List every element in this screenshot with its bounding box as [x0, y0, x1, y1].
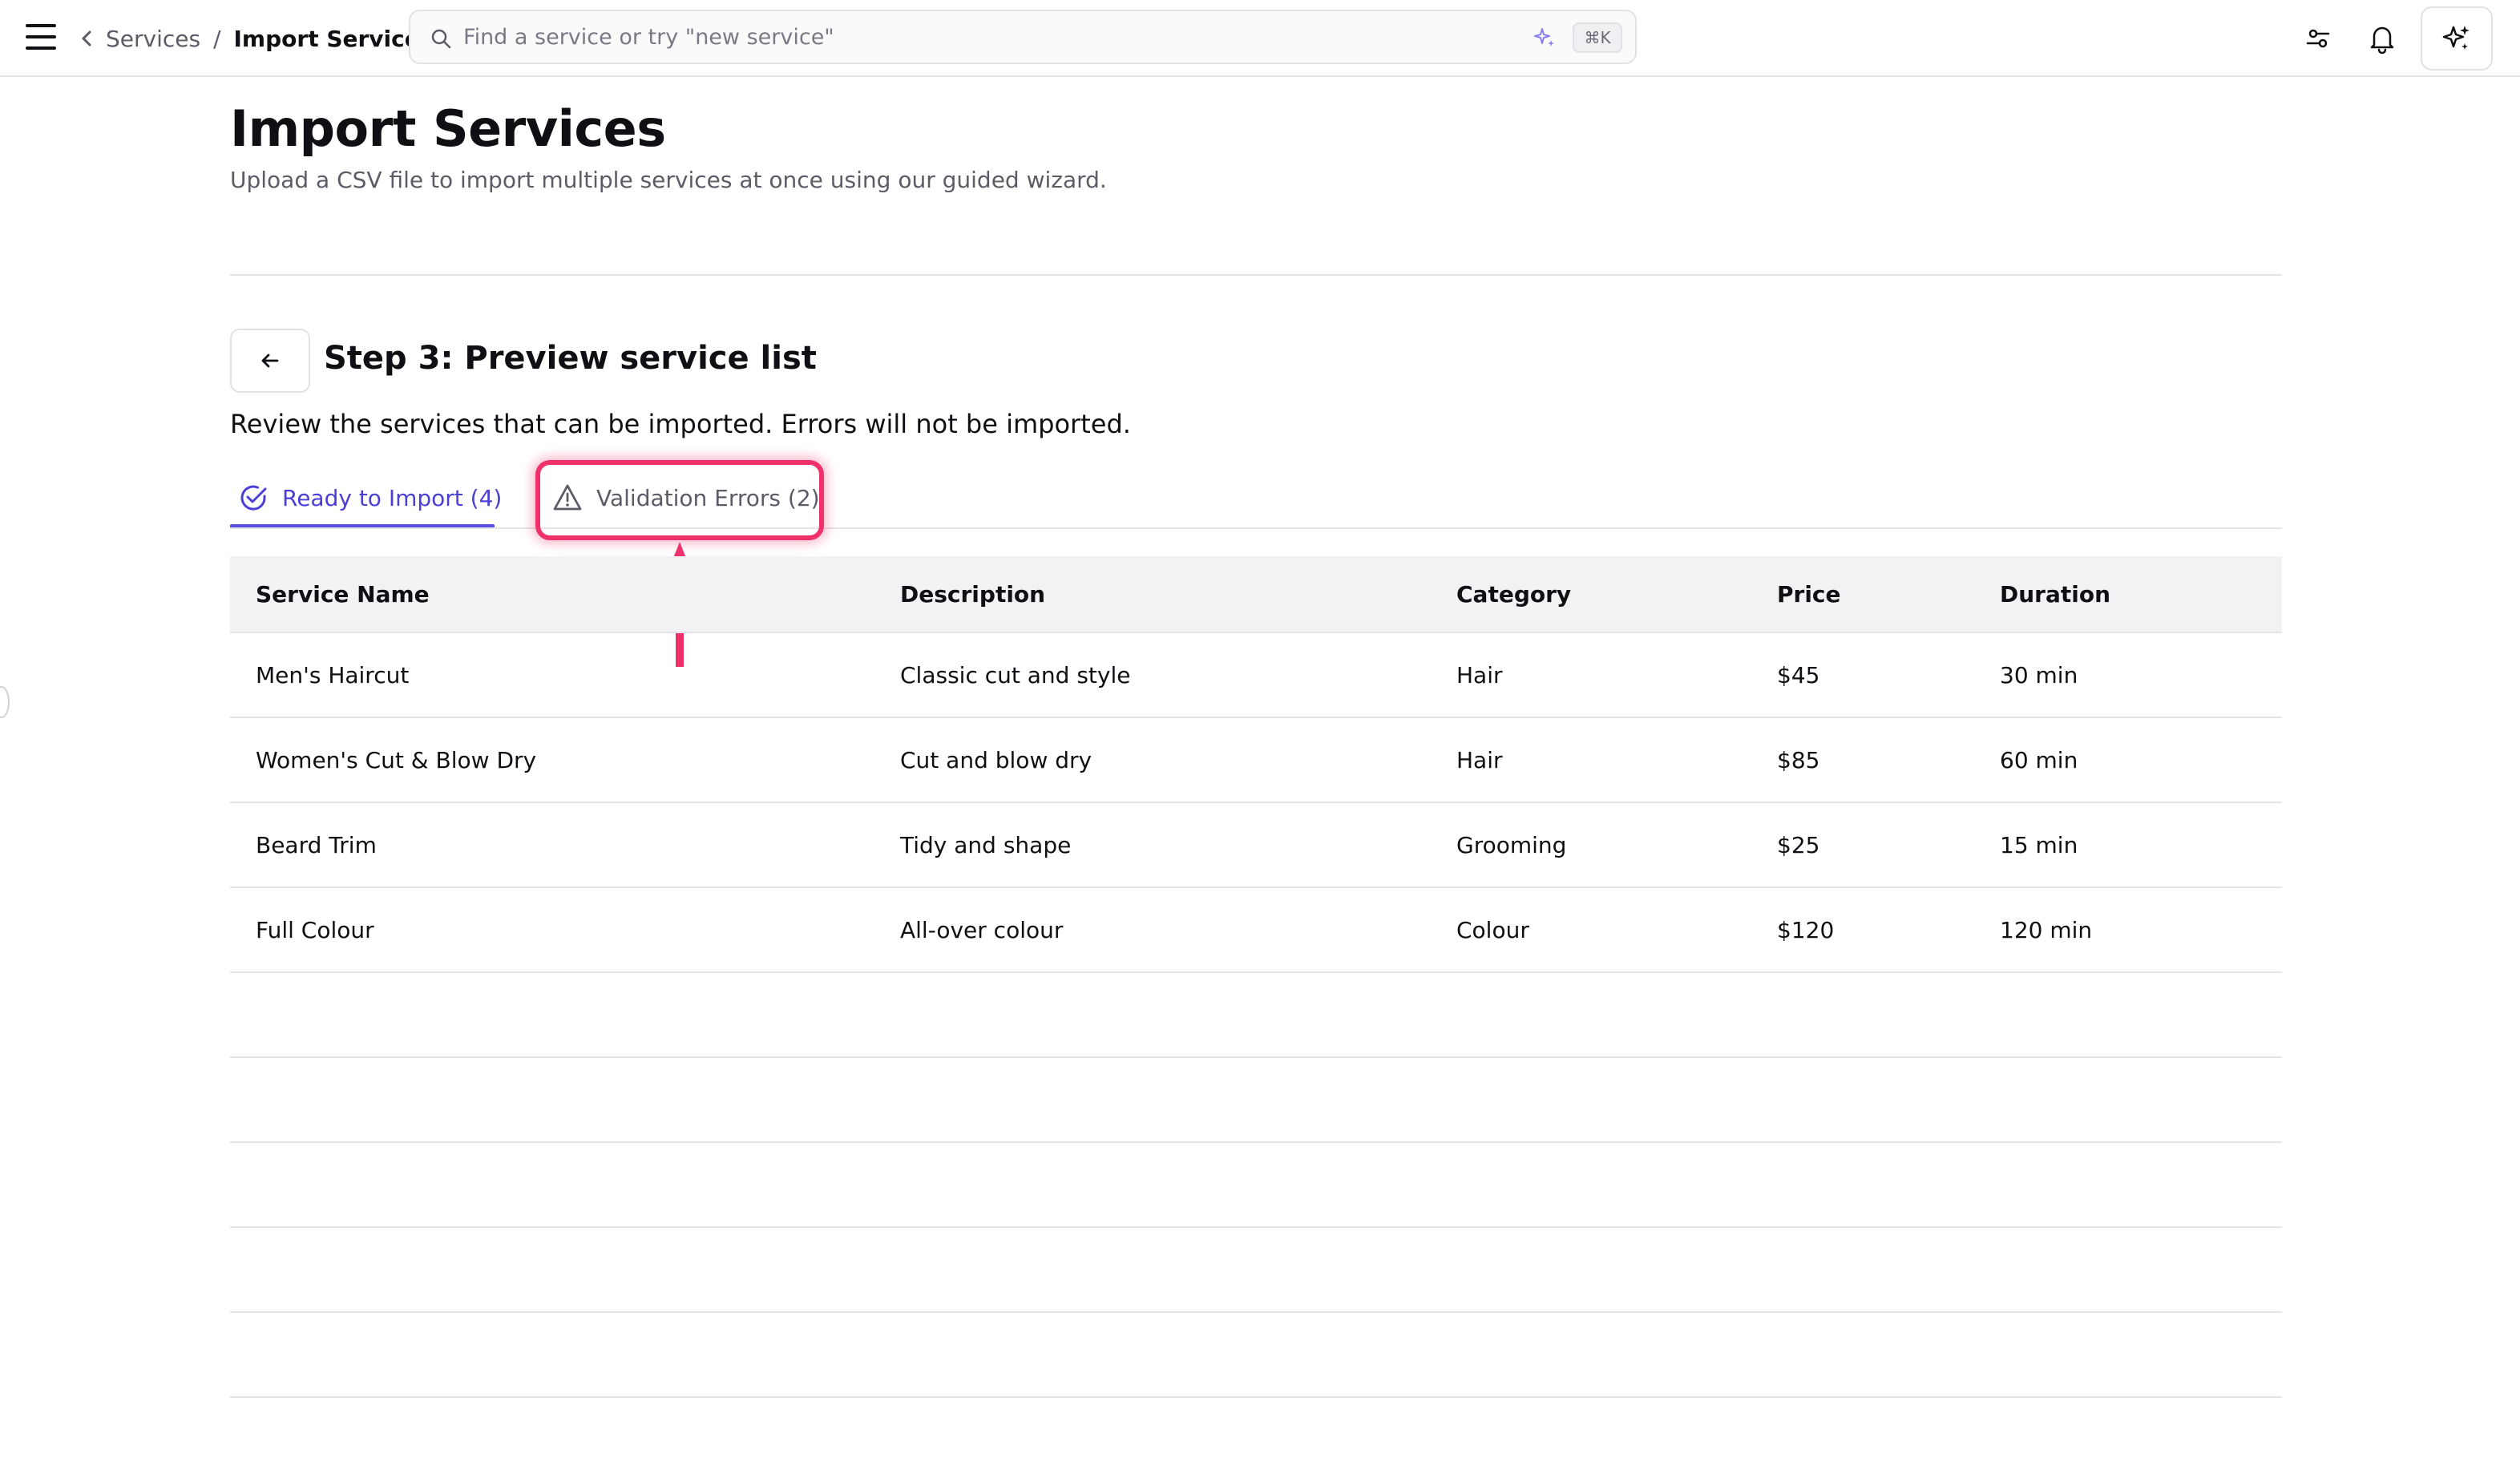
chevron-left-icon[interactable] — [80, 22, 99, 55]
cell-service-name: Full Colour — [256, 916, 374, 943]
table-header-row: Service Name Description Category Price … — [230, 556, 2282, 633]
step-description: Review the services that can be imported… — [230, 409, 1131, 439]
cell-price: $85 — [1777, 746, 1820, 773]
breadcrumb-current: Import Services — [233, 25, 434, 52]
cell-price: $45 — [1777, 661, 1820, 689]
cell-description: All-over colour — [900, 916, 1064, 943]
empty-table-row — [230, 1143, 2282, 1228]
column-header-description: Description — [900, 580, 1046, 608]
column-header-price: Price — [1777, 580, 1841, 608]
search-input[interactable] — [463, 19, 1505, 55]
page-subtitle: Upload a CSV file to import multiple ser… — [230, 167, 1107, 193]
table-row: Beard Trim Tidy and shape Grooming $25 1… — [230, 803, 2282, 888]
tab-ready-label: Ready to Import (4) — [282, 484, 503, 511]
sliders-icon[interactable] — [2299, 19, 2337, 58]
header-divider — [230, 274, 2282, 276]
breadcrumb: Services / Import Services — [80, 22, 433, 55]
empty-table-row — [230, 973, 2282, 1058]
step-back-button[interactable] — [230, 329, 310, 393]
cell-price: $25 — [1777, 831, 1820, 858]
table-row: Men's Haircut Classic cut and style Hair… — [230, 633, 2282, 718]
shortcut-badge: ⌘K — [1573, 22, 1622, 53]
table-row: Full Colour All-over colour Colour $120 … — [230, 888, 2282, 973]
cell-duration: 15 min — [2000, 831, 2078, 858]
cell-description: Classic cut and style — [900, 661, 1131, 689]
sparkle-icon[interactable] — [1533, 26, 1557, 50]
empty-table-row — [230, 1313, 2282, 1398]
cell-description: Tidy and shape — [900, 831, 1072, 858]
table-row: Women's Cut & Blow Dry Cut and blow dry … — [230, 718, 2282, 803]
ai-assistant-button[interactable] — [2421, 6, 2493, 71]
tab-ready-to-import[interactable]: Ready to Import (4) — [237, 473, 502, 523]
search-icon — [431, 29, 451, 49]
cell-category: Hair — [1456, 661, 1503, 689]
top-bar: Services / Import Services ⌘K — [0, 0, 2520, 77]
check-circle-icon — [237, 482, 269, 514]
sparkle-icon — [2442, 26, 2470, 50]
column-header-duration: Duration — [2000, 580, 2111, 608]
page-title: Import Services — [230, 99, 666, 158]
cell-service-name: Men's Haircut — [256, 661, 410, 689]
search-bar: ⌘K — [409, 10, 1637, 64]
breadcrumb-separator: / — [213, 25, 221, 52]
services-table: Service Name Description Category Price … — [230, 556, 2282, 1398]
hamburger-icon[interactable] — [26, 22, 58, 51]
cell-category: Hair — [1456, 746, 1503, 773]
cell-duration: 60 min — [2000, 746, 2078, 773]
breadcrumb-services-link[interactable]: Services — [106, 26, 200, 52]
empty-table-row — [230, 1228, 2282, 1313]
cell-service-name: Beard Trim — [256, 831, 377, 858]
column-header-category: Category — [1456, 580, 1572, 608]
cell-duration: 120 min — [2000, 916, 2093, 943]
cell-price: $120 — [1777, 916, 1835, 943]
tab-errors-label: Validation Errors (2) — [596, 484, 820, 511]
column-header-service-name: Service Name — [256, 580, 430, 608]
side-panel-handle[interactable] — [0, 686, 10, 718]
cell-category: Colour — [1456, 916, 1529, 943]
tab-validation-errors[interactable]: Validation Errors (2) — [551, 473, 820, 523]
cell-duration: 30 min — [2000, 661, 2078, 689]
step-title: Step 3: Preview service list — [324, 340, 817, 377]
warning-triangle-icon — [551, 482, 584, 514]
bell-icon[interactable] — [2363, 19, 2401, 58]
empty-table-row — [230, 1058, 2282, 1143]
tabs-baseline — [230, 527, 2282, 529]
cell-service-name: Women's Cut & Blow Dry — [256, 746, 537, 773]
cell-description: Cut and blow dry — [900, 746, 1092, 773]
cell-category: Grooming — [1456, 831, 1567, 858]
arrow-left-icon — [261, 353, 279, 368]
